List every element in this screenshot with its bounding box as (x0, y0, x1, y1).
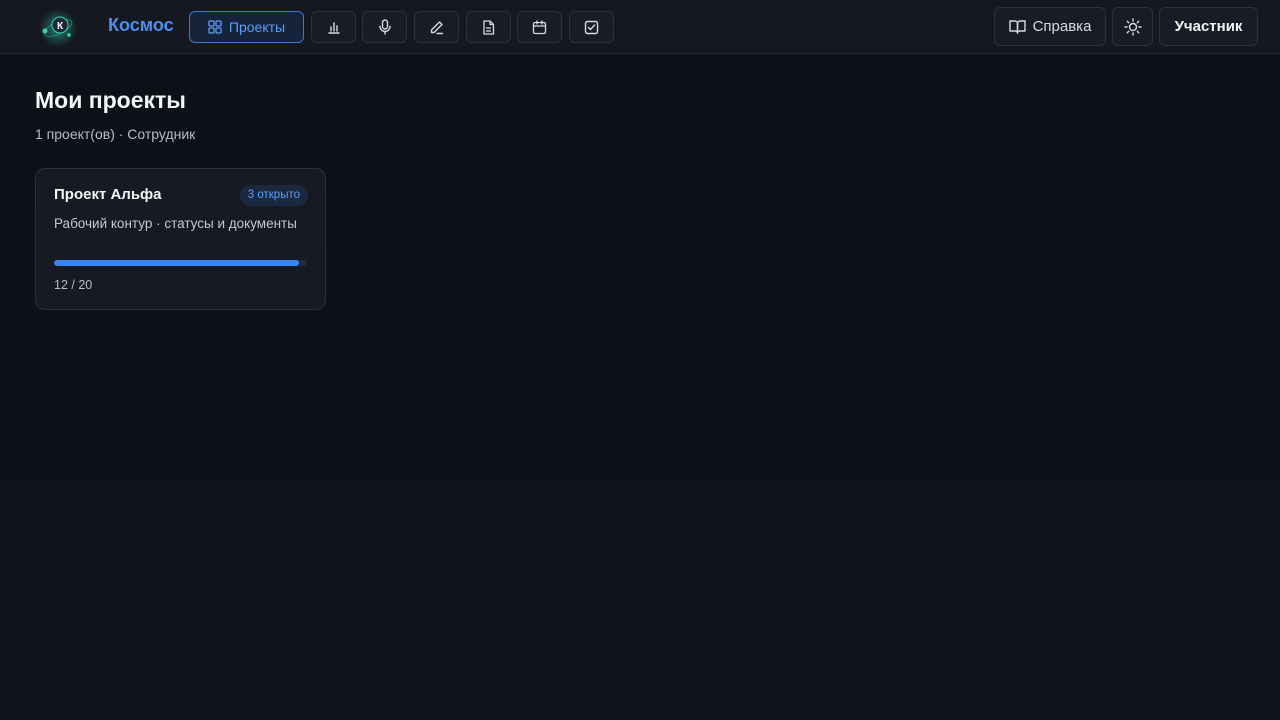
user-menu-button[interactable]: Участник (1159, 7, 1258, 46)
calendar-icon (532, 19, 547, 34)
nav-projects-label: Проекты (228, 19, 286, 35)
bar-chart-icon (327, 22, 340, 34)
svg-text:К: К (57, 21, 64, 32)
kosmos-logo-icon[interactable]: К (38, 8, 78, 48)
nav-documents-button[interactable] (466, 11, 511, 43)
project-description: Рабочий контур · статусы и документы (54, 216, 297, 231)
nav-analytics-button[interactable] (311, 11, 356, 43)
nav-edit-button[interactable] (414, 11, 459, 43)
help-button[interactable]: Справка (994, 7, 1106, 46)
grid-icon (208, 20, 222, 34)
open-count-badge: 3 открыто (239, 185, 308, 206)
brand-name[interactable]: Космос (108, 15, 174, 36)
microphone-icon (378, 19, 391, 35)
help-button-label: Справка (1032, 18, 1092, 35)
nav-voice-button[interactable] (362, 11, 407, 43)
page-subtitle: 1 проект(ов) · Сотрудник (35, 126, 196, 142)
top-navigation-bar: К Космос Проекты Справка Участник (0, 0, 1280, 54)
pencil-icon (430, 20, 444, 34)
user-menu-label: Участник (1174, 18, 1243, 35)
project-name: Проект Альфа (54, 186, 162, 203)
project-progress-fill (54, 260, 300, 266)
nav-calendar-button[interactable] (517, 11, 562, 43)
document-icon (483, 19, 495, 35)
project-progress-text: 12 / 20 (54, 278, 93, 292)
book-icon (1008, 20, 1026, 34)
theme-toggle-button[interactable] (1112, 7, 1153, 46)
checkbox-icon (584, 20, 599, 34)
project-card[interactable]: Проект Альфа 3 открыто Рабочий контур · … (35, 168, 326, 310)
nav-tasks-button[interactable] (569, 11, 614, 43)
sun-icon (1123, 17, 1142, 36)
page-title: Мои проекты (35, 87, 186, 113)
nav-projects-button[interactable]: Проекты (189, 11, 304, 43)
project-progress-bar (54, 260, 307, 266)
